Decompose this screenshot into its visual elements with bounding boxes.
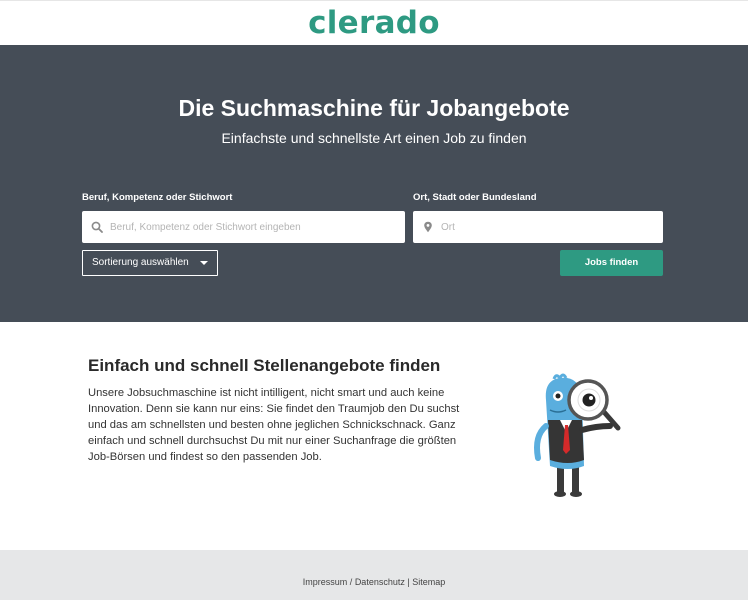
map-pin-icon <box>424 221 432 233</box>
hero-title: Die Suchmaschine für Jobangebote <box>178 95 570 121</box>
sitemap-link[interactable]: Sitemap <box>412 577 445 587</box>
hero-section: Die Suchmaschine für Jobangebote Einfach… <box>0 45 748 322</box>
keyword-label: Beruf, Kompetenz oder Stichwort <box>82 192 233 203</box>
keyword-input[interactable] <box>110 211 400 243</box>
location-label: Ort, Stadt oder Bundesland <box>413 192 537 203</box>
location-input[interactable] <box>441 211 656 243</box>
content-body: Unsere Jobsuchmaschine ist nicht intilli… <box>88 387 460 463</box>
location-field[interactable] <box>413 211 663 243</box>
hero-subtitle: Einfachste und schnellste Art einen Job … <box>221 130 527 146</box>
datenschutz-link[interactable]: Datenschutz <box>355 577 405 587</box>
jobs-finden-button[interactable]: Jobs finden <box>560 250 663 276</box>
footer-links: Impressum / Datenschutz | Sitemap <box>0 576 748 588</box>
keyword-field[interactable] <box>82 211 405 243</box>
impressum-link[interactable]: Impressum <box>303 577 348 587</box>
sort-select-label: Sortierung auswählen <box>92 257 189 268</box>
logo[interactable]: clerado <box>0 3 748 43</box>
sort-select[interactable]: Sortierung auswählen <box>82 250 218 276</box>
content-title: Einfach und schnell Stellenangebote find… <box>88 356 441 375</box>
footer: Impressum / Datenschutz | Sitemap <box>0 550 748 600</box>
mascot-magnifier-illustration <box>534 373 621 497</box>
search-icon <box>91 221 103 233</box>
header: clerado <box>0 0 748 45</box>
footer-separator: / <box>347 577 355 587</box>
chevron-down-icon <box>200 261 208 265</box>
